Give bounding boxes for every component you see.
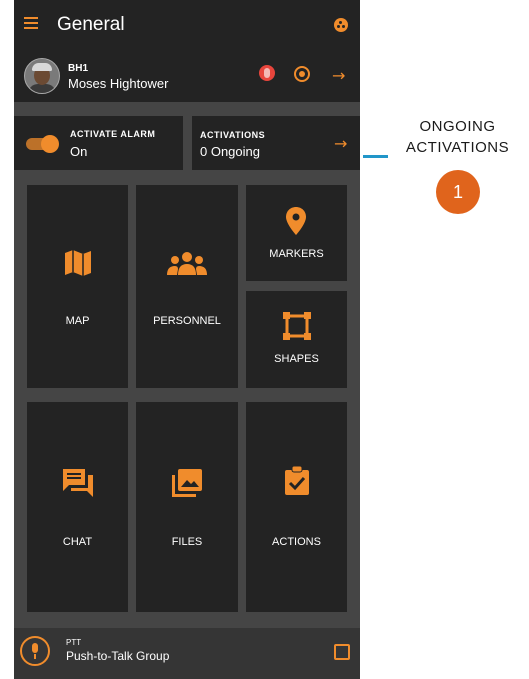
- chat-tile[interactable]: CHAT: [27, 402, 128, 612]
- chat-icon: [63, 469, 93, 497]
- marker-icon: [286, 207, 306, 235]
- ptt-bar[interactable]: PTT Push-to-Talk Group: [14, 628, 360, 679]
- personnel-tile[interactable]: PERSONNEL: [136, 185, 238, 388]
- arrow-right-icon: →: [334, 134, 348, 153]
- user-name: Moses Hightower: [68, 76, 169, 91]
- callout-title-line2: ACTIVATIONS: [405, 139, 510, 156]
- toggle-knob: [41, 135, 59, 153]
- app-screen: General BH1 Moses Hightower → ACTIVATE A…: [14, 0, 360, 679]
- shapes-icon: [283, 312, 311, 340]
- personnel-icon: [167, 252, 207, 275]
- files-icon: [172, 469, 202, 497]
- avatar: [24, 58, 60, 94]
- top-app-bar: General: [14, 0, 360, 50]
- ptt-group-name: Push-to-Talk Group: [66, 649, 170, 663]
- activations-button[interactable]: ACTIVATIONS 0 Ongoing →: [192, 116, 360, 170]
- user-callsign: BH1: [68, 63, 89, 74]
- actions-tile[interactable]: ACTIONS: [246, 402, 347, 612]
- chat-label: CHAT: [62, 536, 93, 548]
- page-title: General: [57, 14, 125, 35]
- alarm-state: On: [70, 144, 88, 159]
- menu-icon[interactable]: [24, 17, 38, 29]
- locate-icon[interactable]: [294, 66, 310, 82]
- activations-value: 0 Ongoing: [200, 144, 260, 159]
- callout-number-badge: 1: [436, 170, 480, 214]
- personnel-label: PERSONNEL: [153, 315, 221, 327]
- markers-tile[interactable]: MARKERS: [246, 185, 347, 281]
- files-label: FILES: [171, 536, 203, 548]
- external-link-icon[interactable]: [334, 644, 350, 660]
- markers-label: MARKERS: [269, 248, 324, 260]
- map-label: MAP: [65, 315, 90, 327]
- user-bar[interactable]: BH1 Moses Hightower →: [14, 50, 360, 102]
- actions-label: ACTIONS: [272, 536, 321, 548]
- arrow-right-icon[interactable]: →: [332, 66, 345, 85]
- shapes-tile[interactable]: SHAPES: [246, 291, 347, 388]
- activations-label: ACTIVATIONS: [200, 130, 266, 140]
- shapes-label: SHAPES: [274, 353, 319, 365]
- map-tile[interactable]: MAP: [27, 185, 128, 388]
- status-icon[interactable]: [334, 18, 348, 32]
- activate-alarm-toggle[interactable]: ACTIVATE ALARM On: [14, 116, 183, 170]
- callout-connector: [363, 155, 388, 158]
- medal-icon[interactable]: [259, 65, 275, 81]
- actions-icon: [285, 466, 309, 495]
- mic-icon[interactable]: [20, 636, 50, 666]
- alarm-label: ACTIVATE ALARM: [70, 129, 156, 139]
- callout-title-line1: ONGOING: [419, 118, 496, 135]
- map-icon: [65, 250, 91, 276]
- files-tile[interactable]: FILES: [136, 402, 238, 612]
- ptt-label: PTT: [66, 638, 82, 647]
